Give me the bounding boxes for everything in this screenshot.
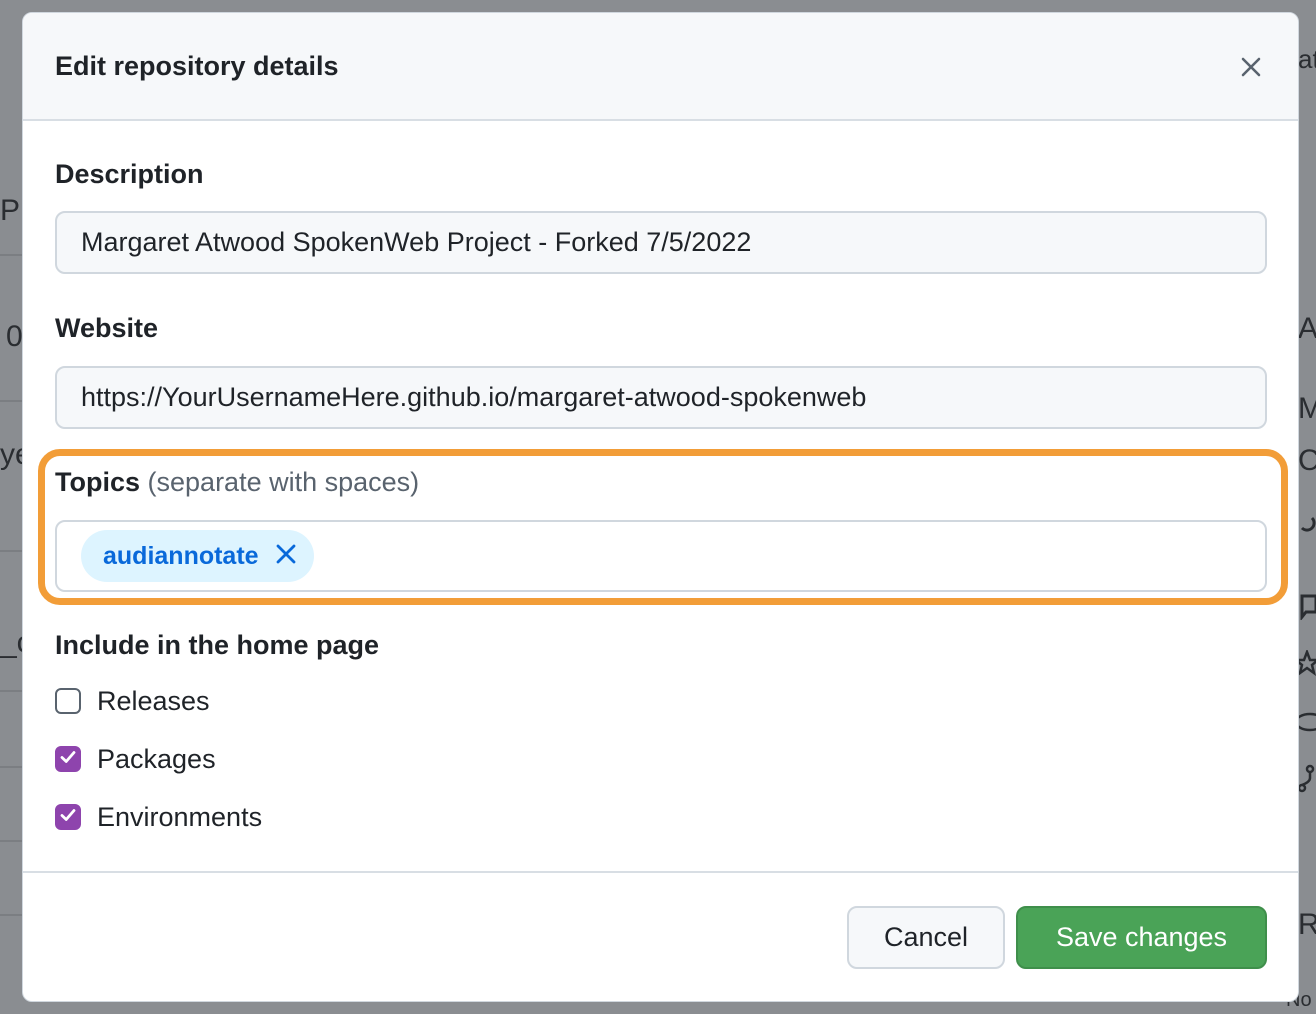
description-label: Description xyxy=(55,159,204,189)
cancel-button[interactable]: Cancel xyxy=(847,906,1005,969)
bg-divider xyxy=(0,400,22,402)
website-input[interactable] xyxy=(55,366,1267,429)
save-changes-button[interactable]: Save changes xyxy=(1016,906,1267,969)
close-icon xyxy=(276,544,296,569)
description-input[interactable] xyxy=(55,211,1267,274)
bg-icon xyxy=(1296,764,1316,794)
home-page-section-title: Include in the home page xyxy=(55,630,380,660)
close-icon xyxy=(1240,56,1262,83)
footer-divider xyxy=(23,871,1298,873)
environments-checkbox[interactable] xyxy=(55,804,81,830)
dialog-header: Edit repository details xyxy=(23,13,1298,121)
packages-label: Packages xyxy=(97,743,216,774)
dialog-title: Edit repository details xyxy=(55,51,339,81)
topics-label: Topics (separate with spaces) xyxy=(55,467,419,498)
bg-fragment: Ab xyxy=(1298,312,1316,345)
close-button[interactable] xyxy=(1231,49,1271,89)
topic-chip[interactable]: audiannotate xyxy=(81,530,314,582)
checkmark-icon xyxy=(59,806,77,829)
bg-divider xyxy=(0,766,22,768)
releases-option[interactable]: Releases xyxy=(55,686,210,716)
topics-label-text: Topics xyxy=(55,467,141,497)
topics-input[interactable]: audiannotate xyxy=(55,520,1267,592)
bg-fragment: Re xyxy=(1298,908,1316,941)
website-label: Website xyxy=(55,313,159,343)
bg-icon xyxy=(1298,594,1316,622)
bg-icon xyxy=(1298,514,1316,540)
releases-checkbox[interactable] xyxy=(55,688,81,714)
environments-label: Environments xyxy=(97,801,263,832)
bg-divider xyxy=(0,254,22,256)
bg-fragment: 0 xyxy=(6,320,23,353)
bg-divider xyxy=(0,550,22,552)
packages-checkbox[interactable] xyxy=(55,746,81,772)
checkmark-icon xyxy=(59,748,77,771)
releases-label: Releases xyxy=(97,685,210,716)
bg-divider xyxy=(0,914,22,916)
bg-fragment: at xyxy=(1298,44,1316,74)
packages-option[interactable]: Packages xyxy=(55,744,216,774)
bg-fragment: Co xyxy=(1298,444,1316,477)
bg-divider xyxy=(0,690,22,692)
edit-repository-dialog: Edit repository details Description Webs… xyxy=(22,12,1299,1002)
topic-remove-button[interactable] xyxy=(272,542,300,570)
bg-divider xyxy=(0,840,22,842)
topic-chip-label: audiannotate xyxy=(103,541,259,570)
topics-hint: (separate with spaces) xyxy=(147,467,420,497)
bg-fragment: Ma xyxy=(1298,392,1316,425)
environments-option[interactable]: Environments xyxy=(55,802,262,832)
